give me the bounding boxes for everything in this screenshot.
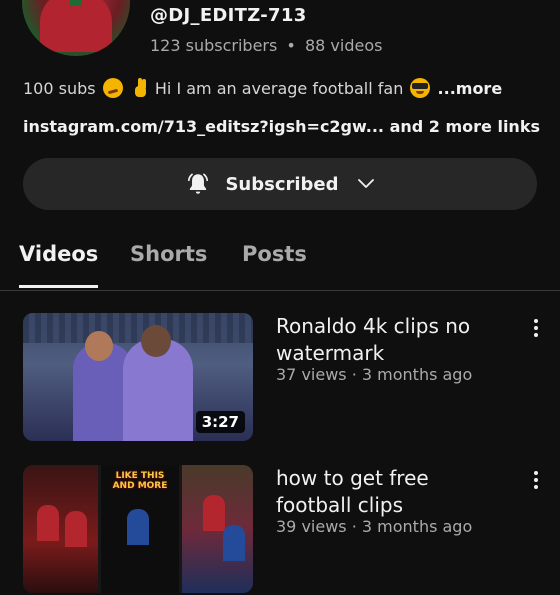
avatar-collar xyxy=(70,0,82,6)
more-options-icon[interactable] xyxy=(528,319,544,339)
subscriber-count: 123 subscribers xyxy=(150,36,278,55)
subscribed-label: Subscribed xyxy=(225,173,339,195)
tab-shorts[interactable]: Shorts xyxy=(130,242,207,266)
fingers-crossed-icon xyxy=(132,78,148,98)
channel-tabs: Videos Shorts Posts xyxy=(0,236,560,291)
tab-posts[interactable]: Posts xyxy=(242,242,307,266)
video-item[interactable]: LIKE THIS AND MORE how to get free footb… xyxy=(0,465,560,595)
thumbnail-player-head xyxy=(141,325,171,357)
tab-videos[interactable]: Videos xyxy=(19,242,99,288)
woozy-face-icon xyxy=(102,78,123,98)
description-text: Hi I am an average football fan xyxy=(154,79,404,98)
thumbnail-crowd xyxy=(23,313,253,343)
thumbnail-figure xyxy=(203,495,225,531)
bell-icon xyxy=(188,173,209,194)
thumbnail-figure xyxy=(127,509,149,545)
thumbnail-figure xyxy=(223,525,245,561)
thumbnail-text: LIKE THIS AND MORE xyxy=(112,471,168,491)
video-item[interactable]: 3:27 Ronaldo 4k clips no watermark 37 vi… xyxy=(0,313,560,443)
thumbnail-figure xyxy=(65,511,87,547)
video-thumbnail[interactable]: 3:27 xyxy=(23,313,253,441)
more-link[interactable]: ...more xyxy=(438,79,503,98)
channel-avatar[interactable] xyxy=(22,0,130,56)
video-meta: 39 views · 3 months ago xyxy=(276,517,473,536)
description-subs: 100 subs xyxy=(23,79,96,98)
channel-links[interactable]: instagram.com/713_editsz?igsh=c2gw... an… xyxy=(23,117,540,136)
more-options-icon[interactable] xyxy=(528,471,544,491)
video-duration: 3:27 xyxy=(195,411,245,433)
video-thumbnail[interactable]: LIKE THIS AND MORE xyxy=(23,465,253,593)
channel-handle: @DJ_EDITZ-713 xyxy=(150,5,307,26)
subscribed-button[interactable]: Subscribed xyxy=(23,158,537,210)
thumbnail-figure xyxy=(37,505,59,541)
avatar-figure xyxy=(40,0,112,52)
stats-separator: • xyxy=(286,36,296,55)
video-title[interactable]: how to get free football clips xyxy=(276,465,506,519)
thumbnail-player-head xyxy=(85,331,113,361)
video-title[interactable]: Ronaldo 4k clips no watermark xyxy=(276,313,506,367)
video-meta: 37 views · 3 months ago xyxy=(276,365,473,384)
channel-description[interactable]: 100 subs Hi I am an average football fan… xyxy=(23,78,502,98)
sunglasses-face-icon xyxy=(410,78,431,98)
channel-stats: 123 subscribers • 88 videos xyxy=(150,36,382,55)
chevron-down-icon xyxy=(357,179,374,188)
video-count: 88 videos xyxy=(304,36,383,55)
